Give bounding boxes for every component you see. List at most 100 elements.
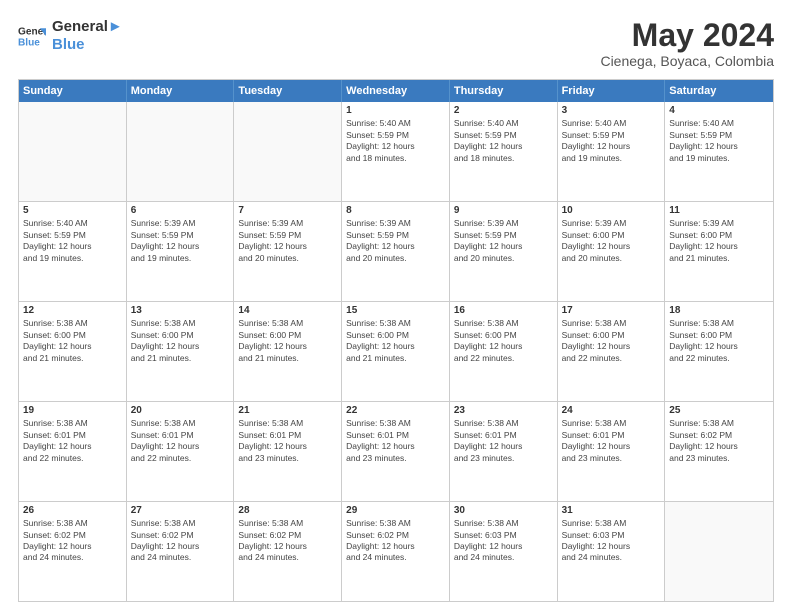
logo-text: General► — [52, 18, 123, 36]
day-cell-empty — [127, 102, 235, 201]
day-number: 10 — [562, 205, 661, 216]
day-cell-25: 25 Sunrise: 5:38 AM Sunset: 6:02 PM Dayli… — [665, 402, 773, 501]
day-cell-26: 26Sunrise: 5:38 AM Sunset: 6:02 PM Dayli… — [19, 502, 127, 601]
day-cell-15: 15 Sunrise: 5:38 AM Sunset: 6:00 PM Dayli… — [342, 302, 450, 401]
day-cell-10: 10 Sunrise: 5:39 AM Sunset: 6:00 PM Dayli… — [558, 202, 666, 301]
day-info: Sunrise: 5:39 AM Sunset: 5:59 PM Dayligh… — [131, 218, 230, 264]
day-cell-2: 2Sunrise: 5:40 AM Sunset: 5:59 PM Daylig… — [450, 102, 558, 201]
day-info: Sunrise: 5:39 AM Sunset: 6:00 PM Dayligh… — [669, 218, 769, 264]
day-cell-7: 7Sunrise: 5:39 AM Sunset: 5:59 PM Daylig… — [234, 202, 342, 301]
day-number: 25 — [669, 405, 769, 416]
day-info: Sunrise: 5:39 AM Sunset: 5:59 PM Dayligh… — [454, 218, 553, 264]
calendar-body: 1Sunrise: 5:40 AM Sunset: 5:59 PM Daylig… — [19, 102, 773, 601]
day-info: Sunrise: 5:38 AM Sunset: 6:01 PM Dayligh… — [23, 418, 122, 464]
day-label-friday: Friday — [558, 80, 666, 102]
day-info: Sunrise: 5:38 AM Sunset: 6:01 PM Dayligh… — [238, 418, 337, 464]
day-cell-30: 30 Sunrise: 5:38 AM Sunset: 6:03 PM Dayli… — [450, 502, 558, 601]
day-number: 24 — [562, 405, 661, 416]
day-cell-20: 20 Sunrise: 5:38 AM Sunset: 6:01 PM Dayli… — [127, 402, 235, 501]
svg-text:General: General — [18, 26, 46, 37]
day-info: Sunrise: 5:38 AM Sunset: 6:01 PM Dayligh… — [454, 418, 553, 464]
svg-text:Blue: Blue — [18, 37, 40, 48]
day-number: 12 — [23, 305, 122, 316]
day-number: 9 — [454, 205, 553, 216]
day-info: Sunrise: 5:38 AM Sunset: 6:01 PM Dayligh… — [131, 418, 230, 464]
day-info: Sunrise: 5:38 AM Sunset: 6:03 PM Dayligh… — [562, 518, 661, 564]
logo-blue: Blue — [52, 36, 123, 54]
day-cell-17: 17Sunrise: 5:38 AM Sunset: 6:00 PM Dayli… — [558, 302, 666, 401]
day-number: 4 — [669, 105, 769, 116]
day-label-monday: Monday — [127, 80, 235, 102]
day-label-saturday: Saturday — [665, 80, 773, 102]
day-cell-14: 14 Sunrise: 5:38 AM Sunset: 6:00 PM Dayli… — [234, 302, 342, 401]
day-cell-5: 5 Sunrise: 5:40 AM Sunset: 5:59 PM Daylig… — [19, 202, 127, 301]
week-row-4: 19 Sunrise: 5:38 AM Sunset: 6:01 PM Dayli… — [19, 402, 773, 502]
day-info: Sunrise: 5:38 AM Sunset: 6:01 PM Dayligh… — [346, 418, 445, 464]
day-cell-16: 16 Sunrise: 5:38 AM Sunset: 6:00 PM Dayli… — [450, 302, 558, 401]
day-label-thursday: Thursday — [450, 80, 558, 102]
day-info: Sunrise: 5:40 AM Sunset: 5:59 PM Dayligh… — [23, 218, 122, 264]
day-info: Sunrise: 5:38 AM Sunset: 6:00 PM Dayligh… — [454, 318, 553, 364]
day-number: 21 — [238, 405, 337, 416]
day-cell-22: 22 Sunrise: 5:38 AM Sunset: 6:01 PM Dayli… — [342, 402, 450, 501]
day-label-tuesday: Tuesday — [234, 80, 342, 102]
subtitle: Cienega, Boyaca, Colombia — [600, 53, 774, 69]
day-cell-12: 12 Sunrise: 5:38 AM Sunset: 6:00 PM Dayli… — [19, 302, 127, 401]
day-info: Sunrise: 5:40 AM Sunset: 5:59 PM Dayligh… — [669, 118, 769, 164]
day-cell-21: 21 Sunrise: 5:38 AM Sunset: 6:01 PM Dayli… — [234, 402, 342, 501]
day-info: Sunrise: 5:38 AM Sunset: 6:02 PM Dayligh… — [238, 518, 337, 564]
header: General Blue General► Blue May 2024 Cien… — [18, 18, 774, 69]
day-info: Sunrise: 5:40 AM Sunset: 5:59 PM Dayligh… — [346, 118, 445, 164]
day-info: Sunrise: 5:40 AM Sunset: 5:59 PM Dayligh… — [454, 118, 553, 164]
day-number: 6 — [131, 205, 230, 216]
main-title: May 2024 — [600, 18, 774, 53]
day-number: 20 — [131, 405, 230, 416]
day-info: Sunrise: 5:38 AM Sunset: 6:02 PM Dayligh… — [669, 418, 769, 464]
day-number: 15 — [346, 305, 445, 316]
day-cell-6: 6 Sunrise: 5:39 AM Sunset: 5:59 PM Daylig… — [127, 202, 235, 301]
calendar-header: SundayMondayTuesdayWednesdayThursdayFrid… — [19, 80, 773, 102]
day-cell-27: 27Sunrise: 5:38 AM Sunset: 6:02 PM Dayli… — [127, 502, 235, 601]
day-info: Sunrise: 5:40 AM Sunset: 5:59 PM Dayligh… — [562, 118, 661, 164]
day-number: 28 — [238, 505, 337, 516]
day-cell-1: 1Sunrise: 5:40 AM Sunset: 5:59 PM Daylig… — [342, 102, 450, 201]
day-info: Sunrise: 5:38 AM Sunset: 6:03 PM Dayligh… — [454, 518, 553, 564]
day-label-sunday: Sunday — [19, 80, 127, 102]
day-info: Sunrise: 5:38 AM Sunset: 6:00 PM Dayligh… — [23, 318, 122, 364]
day-number: 23 — [454, 405, 553, 416]
day-info: Sunrise: 5:39 AM Sunset: 5:59 PM Dayligh… — [346, 218, 445, 264]
day-cell-31: 31 Sunrise: 5:38 AM Sunset: 6:03 PM Dayli… — [558, 502, 666, 601]
day-number: 5 — [23, 205, 122, 216]
day-info: Sunrise: 5:38 AM Sunset: 6:00 PM Dayligh… — [346, 318, 445, 364]
day-number: 31 — [562, 505, 661, 516]
day-info: Sunrise: 5:38 AM Sunset: 6:00 PM Dayligh… — [238, 318, 337, 364]
day-label-wednesday: Wednesday — [342, 80, 450, 102]
day-cell-8: 8 Sunrise: 5:39 AM Sunset: 5:59 PM Daylig… — [342, 202, 450, 301]
day-info: Sunrise: 5:39 AM Sunset: 6:00 PM Dayligh… — [562, 218, 661, 264]
day-cell-9: 9 Sunrise: 5:39 AM Sunset: 5:59 PM Daylig… — [450, 202, 558, 301]
week-row-2: 5 Sunrise: 5:40 AM Sunset: 5:59 PM Daylig… — [19, 202, 773, 302]
day-cell-3: 3Sunrise: 5:40 AM Sunset: 5:59 PM Daylig… — [558, 102, 666, 201]
day-number: 30 — [454, 505, 553, 516]
day-info: Sunrise: 5:38 AM Sunset: 6:00 PM Dayligh… — [669, 318, 769, 364]
day-cell-empty — [665, 502, 773, 601]
day-number: 11 — [669, 205, 769, 216]
logo-icon: General Blue — [18, 22, 46, 50]
day-number: 29 — [346, 505, 445, 516]
day-number: 8 — [346, 205, 445, 216]
day-cell-29: 29 Sunrise: 5:38 AM Sunset: 6:02 PM Dayli… — [342, 502, 450, 601]
day-cell-empty — [19, 102, 127, 201]
week-row-1: 1Sunrise: 5:40 AM Sunset: 5:59 PM Daylig… — [19, 102, 773, 202]
day-number: 16 — [454, 305, 553, 316]
day-cell-11: 11 Sunrise: 5:39 AM Sunset: 6:00 PM Dayli… — [665, 202, 773, 301]
day-info: Sunrise: 5:38 AM Sunset: 6:02 PM Dayligh… — [23, 518, 122, 564]
day-number: 22 — [346, 405, 445, 416]
day-info: Sunrise: 5:38 AM Sunset: 6:02 PM Dayligh… — [346, 518, 445, 564]
day-cell-28: 28 Sunrise: 5:38 AM Sunset: 6:02 PM Dayli… — [234, 502, 342, 601]
day-number: 14 — [238, 305, 337, 316]
week-row-3: 12 Sunrise: 5:38 AM Sunset: 6:00 PM Dayli… — [19, 302, 773, 402]
day-cell-24: 24Sunrise: 5:38 AM Sunset: 6:01 PM Dayli… — [558, 402, 666, 501]
day-info: Sunrise: 5:38 AM Sunset: 6:02 PM Dayligh… — [131, 518, 230, 564]
day-number: 19 — [23, 405, 122, 416]
day-info: Sunrise: 5:38 AM Sunset: 6:00 PM Dayligh… — [131, 318, 230, 364]
